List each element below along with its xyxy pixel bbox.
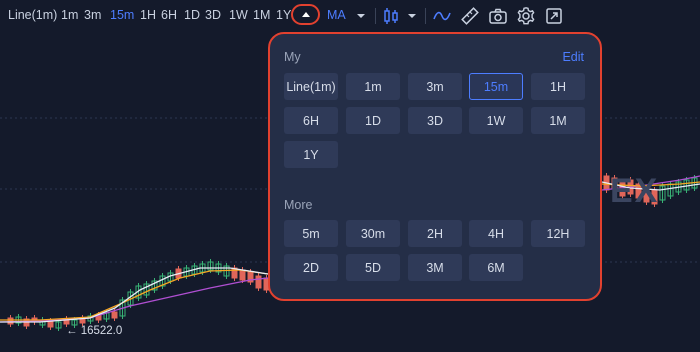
interval-6h[interactable]: 6H bbox=[161, 8, 177, 22]
expand-intervals-button[interactable] bbox=[291, 4, 320, 25]
interval-1w[interactable]: 1W bbox=[229, 8, 248, 22]
interval-selector-panel: My Edit Line(1m) 1m 3m 15m 1H 6H 1D 3D 1… bbox=[268, 32, 602, 301]
my-interval-1y[interactable]: 1Y bbox=[284, 141, 338, 168]
line-draw-icon[interactable] bbox=[432, 6, 452, 26]
interval-1h[interactable]: 1H bbox=[140, 8, 156, 22]
more-interval-5d[interactable]: 5D bbox=[346, 254, 400, 281]
indicator-ma-button[interactable]: MA bbox=[327, 8, 346, 22]
interval-1y[interactable]: 1Y bbox=[276, 8, 291, 22]
candle-body bbox=[111, 311, 118, 319]
watermark-text: EX bbox=[610, 172, 660, 210]
my-interval-line-1m[interactable]: Line(1m) bbox=[284, 73, 338, 100]
interval-3m[interactable]: 3m bbox=[84, 8, 101, 22]
my-interval-1m-month[interactable]: 1M bbox=[531, 107, 585, 134]
chevron-down-icon[interactable] bbox=[351, 6, 371, 26]
my-section-label: My bbox=[284, 50, 301, 64]
edit-button[interactable]: Edit bbox=[562, 50, 584, 64]
chevron-down-icon[interactable] bbox=[402, 6, 422, 26]
interval-line-1m[interactable]: Line(1m) bbox=[8, 8, 57, 22]
candle-body bbox=[7, 317, 14, 325]
more-interval-2d[interactable]: 2D bbox=[284, 254, 338, 281]
my-interval-1d[interactable]: 1D bbox=[346, 107, 400, 134]
more-interval-3m[interactable]: 3M bbox=[408, 254, 462, 281]
interval-15m[interactable]: 15m bbox=[110, 8, 134, 22]
candle-body bbox=[255, 275, 262, 289]
my-interval-6h[interactable]: 6H bbox=[284, 107, 338, 134]
more-interval-12h[interactable]: 12H bbox=[531, 220, 585, 247]
my-interval-3m[interactable]: 3m bbox=[408, 73, 462, 100]
toolbar-divider bbox=[375, 8, 376, 24]
more-interval-5m[interactable]: 5m bbox=[284, 220, 338, 247]
more-interval-4h[interactable]: 4H bbox=[469, 220, 523, 247]
my-interval-1w[interactable]: 1W bbox=[469, 107, 523, 134]
more-section-label: More bbox=[284, 198, 313, 212]
candle-body bbox=[239, 269, 246, 281]
caret-up-icon bbox=[302, 12, 310, 17]
more-interval-2h[interactable]: 2H bbox=[408, 220, 462, 247]
ruler-icon[interactable] bbox=[460, 6, 480, 26]
my-interval-3d[interactable]: 3D bbox=[408, 107, 462, 134]
candlestick-icon[interactable] bbox=[381, 6, 401, 26]
toolbar-divider bbox=[425, 8, 426, 24]
more-interval-30m[interactable]: 30m bbox=[346, 220, 400, 247]
interval-3d[interactable]: 3D bbox=[205, 8, 221, 22]
more-interval-6m[interactable]: 6M bbox=[469, 254, 523, 281]
camera-icon[interactable] bbox=[488, 6, 508, 26]
chart-toolbar: Line(1m) 1m 3m 15m 1H 6H 1D 3D 1W 1M 1Y … bbox=[0, 0, 700, 32]
interval-1d[interactable]: 1D bbox=[184, 8, 200, 22]
my-interval-15m[interactable]: 15m bbox=[469, 73, 523, 100]
settings-icon[interactable] bbox=[516, 6, 536, 26]
fullscreen-icon[interactable] bbox=[544, 6, 564, 26]
low-price-label: ← 16522.0 bbox=[66, 325, 123, 337]
my-interval-1m[interactable]: 1m bbox=[346, 73, 400, 100]
interval-1m-month[interactable]: 1M bbox=[253, 8, 270, 22]
my-interval-1h[interactable]: 1H bbox=[531, 73, 585, 100]
interval-1m[interactable]: 1m bbox=[61, 8, 78, 22]
